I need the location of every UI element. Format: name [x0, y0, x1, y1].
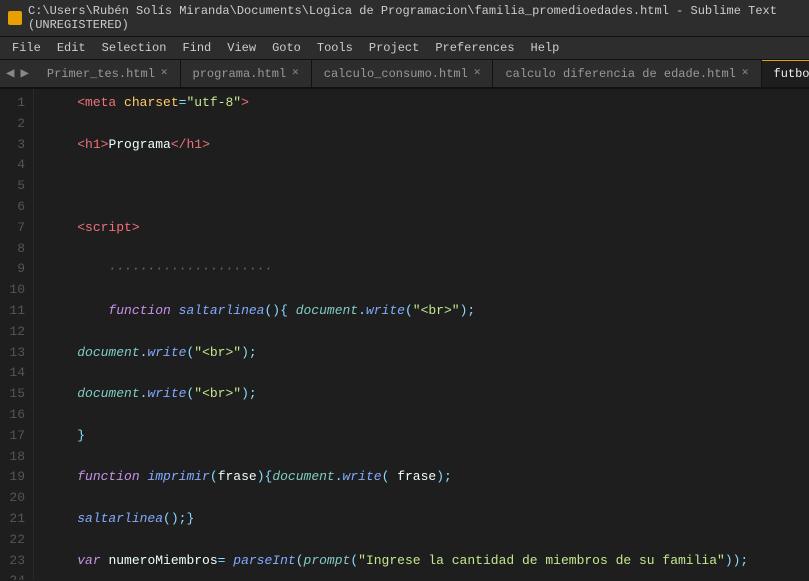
line-6: function saltarlinea(){ document.write("… — [46, 301, 809, 322]
menu-preferences[interactable]: Preferences — [427, 39, 522, 57]
tab-bar: ◀ ▶ Primer_tes.html ✕ programa.html ✕ ca… — [0, 60, 809, 89]
line-2: <h1>Programa</h1> — [46, 135, 809, 156]
menu-view[interactable]: View — [219, 39, 264, 57]
menu-goto[interactable]: Goto — [264, 39, 309, 57]
menu-selection[interactable]: Selection — [94, 39, 175, 57]
menu-bar: File Edit Selection Find View Goto Tools… — [0, 37, 809, 60]
menu-find[interactable]: Find — [174, 39, 219, 57]
tab-calculo-consumo-close[interactable]: ✕ — [474, 68, 481, 79]
line-12: var numeroMiembros= parseInt(prompt("Ing… — [46, 551, 809, 572]
line-3 — [46, 176, 809, 197]
menu-help[interactable]: Help — [523, 39, 568, 57]
line-4: <script> — [46, 218, 809, 239]
tab-calculo-consumo-label: calculo_consumo.html — [324, 67, 468, 81]
tab-calculo-consumo[interactable]: calculo_consumo.html ✕ — [312, 60, 494, 87]
line-numbers: 12345 678910 1112131415 1617181920 21222… — [0, 89, 34, 580]
tab-programa-label: programa.html — [193, 67, 287, 81]
tab-primer-close[interactable]: ✕ — [161, 68, 168, 79]
window-title: C:\Users\Rubén Solís Miranda\Documents\L… — [28, 4, 801, 32]
line-9: } — [46, 426, 809, 447]
line-5: ····················· — [46, 259, 809, 280]
menu-edit[interactable]: Edit — [49, 39, 94, 57]
tab-calculo-diferencia[interactable]: calculo diferencia de edade.html ✕ — [493, 60, 761, 87]
line-7: document.write("<br>"); — [46, 343, 809, 364]
tab-primer[interactable]: Primer_tes.html ✕ — [35, 60, 181, 87]
tab-futbol[interactable]: futbol.htm ✕ — [762, 60, 809, 87]
tab-calculo-diferencia-close[interactable]: ✕ — [742, 68, 749, 79]
tab-nav-arrows: ◀ ▶ — [0, 60, 35, 87]
line-1: <meta charset="utf-8"> — [46, 93, 809, 114]
title-bar: C:\Users\Rubén Solís Miranda\Documents\L… — [0, 0, 809, 37]
editor[interactable]: 12345 678910 1112131415 1617181920 21222… — [0, 89, 809, 580]
code-area[interactable]: <meta charset="utf-8"> <h1>Programa</h1>… — [34, 89, 809, 580]
menu-project[interactable]: Project — [361, 39, 427, 57]
tab-prev-arrow[interactable]: ◀ — [4, 65, 16, 82]
line-8: document.write("<br>"); — [46, 384, 809, 405]
tab-next-arrow[interactable]: ▶ — [18, 65, 30, 82]
app-icon — [8, 11, 22, 25]
tab-primer-label: Primer_tes.html — [47, 67, 155, 81]
line-10: function imprimir(frase){document.write(… — [46, 467, 809, 488]
tab-calculo-diferencia-label: calculo diferencia de edade.html — [505, 67, 735, 81]
menu-tools[interactable]: Tools — [309, 39, 361, 57]
tab-programa-close[interactable]: ✕ — [292, 68, 299, 79]
tab-programa[interactable]: programa.html ✕ — [181, 60, 312, 87]
tab-futbol-label: futbol.htm — [774, 67, 809, 81]
line-11: saltarlinea();} — [46, 509, 809, 530]
menu-file[interactable]: File — [4, 39, 49, 57]
